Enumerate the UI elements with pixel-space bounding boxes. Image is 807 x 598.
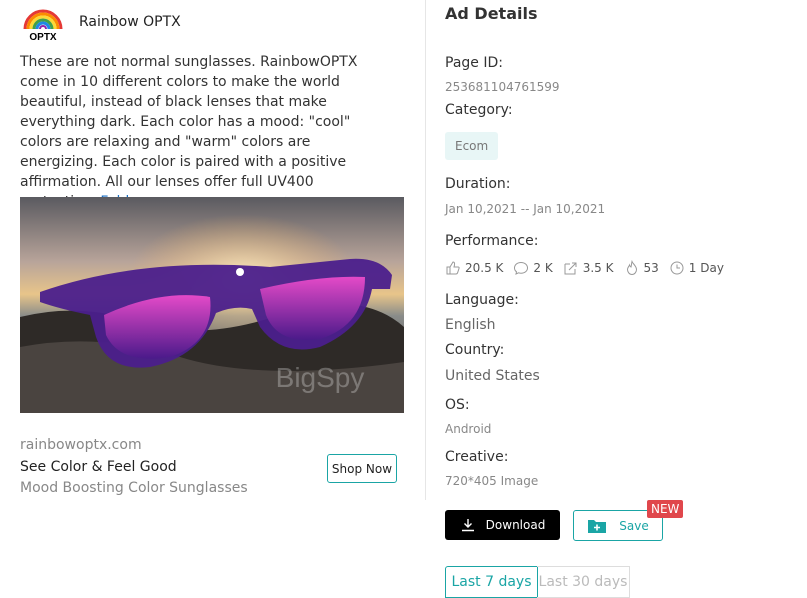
creative-value: 720*405 Image — [445, 474, 539, 488]
watermark-text: BigSpy — [276, 362, 365, 393]
os-value: Android — [445, 422, 492, 436]
ad-description-text: These are not normal sunglasses. Rainbow… — [20, 54, 358, 210]
shop-now-button[interactable]: Shop Now — [327, 454, 397, 483]
panel-divider — [425, 0, 426, 500]
language-label: Language: — [445, 292, 519, 308]
days-value: 1 Day — [688, 261, 724, 275]
brand-name[interactable]: Rainbow OPTX — [79, 14, 181, 30]
share-icon — [564, 262, 577, 275]
creative-label: Creative: — [445, 449, 509, 465]
duration-value: Jan 10,2021 -- Jan 10,2021 — [445, 202, 606, 216]
shares-stat: 3.5 K — [563, 260, 614, 276]
logo-text: OPTX — [29, 32, 57, 41]
tab-last-7-days[interactable]: Last 7 days — [445, 566, 538, 598]
language-value: English — [445, 317, 496, 333]
flame-icon — [626, 260, 637, 276]
comments-stat: 2 K — [513, 260, 553, 276]
download-button[interactable]: Download — [445, 510, 560, 540]
likes-value: 20.5 K — [465, 261, 504, 275]
new-badge: NEW — [647, 500, 684, 518]
ad-headline: See Color & Feel Good — [20, 459, 177, 475]
like-icon — [446, 261, 460, 275]
ad-subheadline: Mood Boosting Color Sunglasses — [20, 480, 248, 496]
folder-add-icon — [588, 519, 607, 533]
performance-stats: 20.5 K 2 K 3.5 K 53 1 Day — [445, 260, 734, 276]
country-value: United States — [445, 368, 540, 384]
tab-last-30-days[interactable]: Last 30 days — [537, 566, 630, 598]
days-stat: 1 Day — [669, 260, 724, 276]
save-label: Save — [619, 518, 649, 533]
category-badge[interactable]: Ecom — [445, 132, 499, 160]
os-label: OS: — [445, 397, 470, 413]
shares-value: 3.5 K — [582, 261, 614, 275]
comments-value: 2 K — [533, 261, 553, 275]
performance-label: Performance: — [445, 233, 539, 249]
category-label: Category: — [445, 102, 513, 118]
details-title: Ad Details — [445, 4, 538, 23]
ad-domain[interactable]: rainbowoptx.com — [20, 437, 142, 453]
ad-details-panel: Ad Details Page ID: 253681104761599 Cate… — [445, 0, 807, 598]
likes-stat: 20.5 K — [445, 260, 503, 276]
hot-value: 53 — [643, 261, 659, 275]
comment-icon — [514, 261, 529, 275]
page-id-label: Page ID: — [445, 55, 503, 71]
download-label: Download — [485, 518, 546, 532]
download-icon — [461, 519, 474, 532]
ad-image[interactable]: BigSpy — [20, 197, 404, 413]
ad-description: These are not normal sunglasses. Rainbow… — [20, 52, 392, 212]
brand-logo: OPTX — [22, 9, 64, 43]
country-label: Country: — [445, 342, 505, 358]
page-id-value: 253681104761599 — [445, 80, 560, 94]
clock-icon — [670, 261, 684, 275]
hot-stat: 53 — [624, 260, 659, 276]
ad-preview-panel: OPTX Rainbow OPTX These are not normal s… — [0, 0, 425, 590]
duration-label: Duration: — [445, 176, 511, 192]
